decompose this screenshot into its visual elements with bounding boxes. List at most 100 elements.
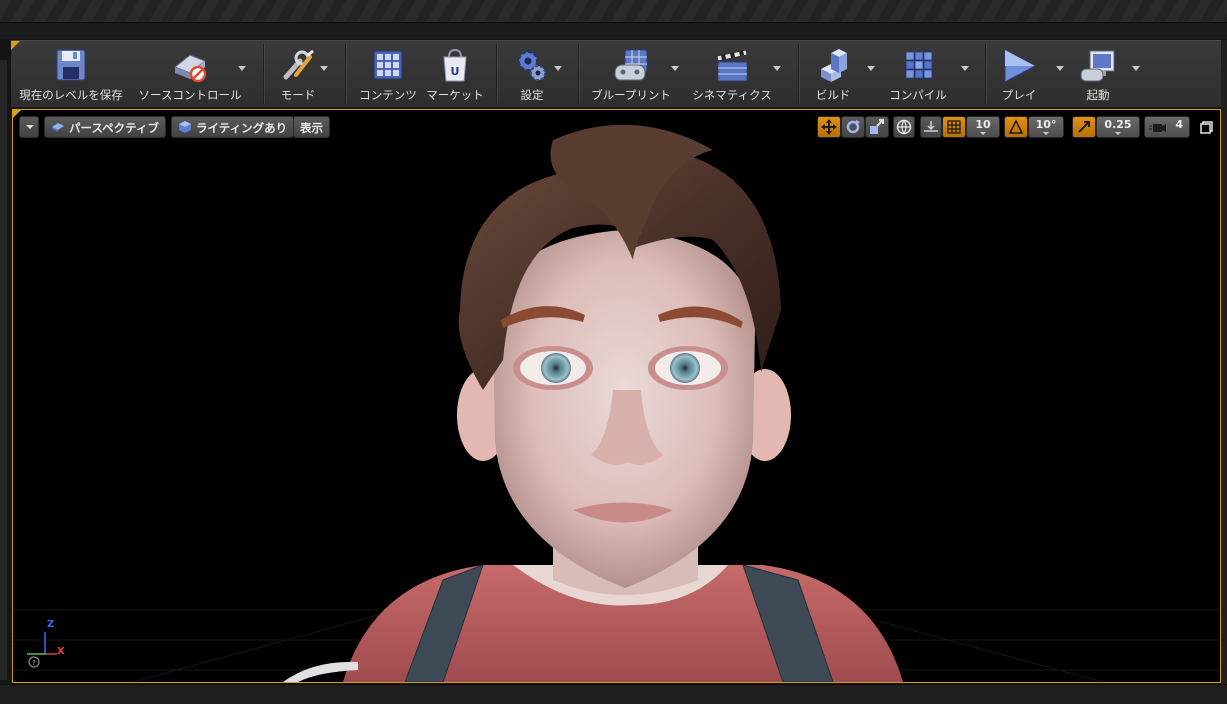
source-control-button[interactable]: ソースコントロール (131, 45, 249, 103)
modes-dropdown-icon[interactable] (320, 66, 328, 71)
left-panel-edge (0, 60, 7, 680)
source-control-dropdown-icon[interactable] (238, 66, 246, 71)
play-label: プレイ (1001, 88, 1037, 102)
show-menu-button[interactable]: 表示 (293, 116, 330, 138)
main-toolbar: 現在のレベルを保存 ソースコントロール モード コンテンツ U マーケット 設定… (11, 40, 1221, 108)
level-viewport[interactable]: パースペクティブ ライティングあり 表示 10 10° 0.25 4 ? Z X (12, 109, 1221, 683)
launch-icon (1080, 50, 1115, 82)
content-label: コンテンツ (359, 88, 417, 102)
build-label: ビルド (815, 88, 851, 102)
toolbar-separator (985, 44, 987, 104)
viewport-options-button[interactable] (19, 116, 39, 138)
build-icon (821, 49, 847, 82)
blueprints-label: ブループリント (591, 88, 671, 102)
eye-left (541, 353, 571, 383)
surface-snap-icon (924, 121, 938, 132)
lighting-mode-button[interactable]: ライティングあり (171, 116, 295, 138)
translate-mode-button[interactable] (817, 116, 841, 138)
eye-right (670, 353, 700, 383)
compile-icon (905, 51, 933, 79)
modes-icon (283, 49, 314, 80)
content-button[interactable]: コンテンツ (356, 45, 420, 103)
settings-label: 設定 (520, 88, 544, 102)
axis-x-label: X (57, 646, 65, 657)
cinematics-button[interactable]: シネマティクス (687, 45, 777, 103)
perspective-cube-icon (52, 123, 64, 132)
lighting-label: ライティングあり (196, 121, 288, 135)
save-icon (56, 49, 86, 81)
marketplace-icon: U (443, 48, 467, 82)
blueprints-button[interactable]: ブループリント (589, 45, 673, 103)
rotation-snap-value: 10° (1035, 118, 1057, 131)
scale-icon (870, 119, 884, 134)
rotate-mode-button[interactable] (841, 116, 865, 138)
bottom-panel-edge (0, 684, 1227, 704)
launch-label: 起動 (1086, 88, 1110, 102)
settings-icon (518, 51, 546, 81)
cinematics-dropdown-icon[interactable] (773, 66, 781, 71)
lit-sphere-icon (179, 121, 191, 133)
toolbar-separator (263, 44, 265, 104)
scale-snap-toggle-button[interactable] (1072, 116, 1096, 138)
marketplace-label: マーケット (426, 88, 484, 102)
content-icon (373, 50, 403, 80)
modes-label: モード (280, 88, 316, 102)
grid-snap-value-dropdown[interactable]: 10 (966, 116, 1000, 138)
window-tab-strip (0, 0, 1227, 23)
right-panel-edge (1221, 40, 1227, 685)
rotation-snap-value-dropdown[interactable]: 10° (1028, 116, 1064, 138)
surface-snapping-button[interactable] (920, 116, 942, 138)
tab-gap (0, 23, 1227, 39)
launch-dropdown-icon[interactable] (1132, 66, 1140, 71)
compile-button[interactable]: コンパイル (884, 45, 952, 103)
chevron-down-icon (26, 125, 34, 129)
toolbar-separator (578, 44, 580, 104)
globe-icon (896, 119, 912, 135)
settings-dropdown-icon[interactable] (554, 66, 562, 71)
blueprints-icon (614, 49, 648, 81)
compile-dropdown-icon[interactable] (961, 66, 969, 71)
rotation-snap-toggle-button[interactable] (1004, 116, 1028, 138)
compile-label: コンパイル (889, 88, 947, 102)
grid-snap-toggle-button[interactable] (942, 116, 966, 138)
scale-mode-button[interactable] (865, 116, 889, 138)
axis-z-label: Z (47, 619, 55, 630)
toolbar-separator (345, 44, 347, 104)
build-dropdown-icon[interactable] (867, 66, 875, 71)
settings-button[interactable]: 設定 (506, 45, 558, 103)
maximize-viewport-button[interactable] (1199, 119, 1215, 135)
toolbar-separator (798, 44, 800, 104)
scale-arrow-icon (1078, 121, 1090, 133)
axis-gizmo: ? (27, 632, 57, 668)
camera-speed-value: 4 (1175, 118, 1183, 131)
play-dropdown-icon[interactable] (1056, 66, 1064, 71)
play-icon (1004, 49, 1037, 83)
build-button[interactable]: ビルド (808, 45, 858, 103)
launch-button[interactable]: 起動 (1074, 45, 1122, 103)
marketplace-button[interactable]: U マーケット (424, 45, 486, 103)
blueprints-dropdown-icon[interactable] (671, 66, 679, 71)
play-button[interactable]: プレイ (996, 45, 1042, 103)
modes-button[interactable]: モード (267, 45, 329, 103)
cinematics-icon (716, 49, 748, 82)
svg-text:?: ? (32, 659, 36, 667)
restore-window-icon (1200, 121, 1213, 134)
world-local-toggle-button[interactable] (893, 116, 915, 138)
rotate-icon (846, 120, 860, 134)
viewport-scene (13, 124, 1220, 682)
move-icon (821, 119, 837, 135)
grid-snap-value: 10 (975, 118, 991, 131)
save-level-button[interactable]: 現在のレベルを保存 (15, 45, 127, 103)
perspective-label: パースペクティブ (69, 121, 159, 135)
scale-snap-value: 0.25 (1104, 118, 1132, 131)
camera-speed-dropdown[interactable]: 4 (1144, 116, 1190, 138)
angle-icon (1008, 119, 1024, 134)
cinematics-label: シネマティクス (692, 88, 772, 102)
scale-snap-value-dropdown[interactable]: 0.25 (1096, 116, 1140, 138)
show-label: 表示 (300, 121, 323, 135)
perspective-button[interactable]: パースペクティブ (44, 116, 166, 138)
camera-icon (1149, 124, 1166, 132)
grid-icon (947, 120, 961, 134)
toolbar-separator (496, 44, 498, 104)
source-control-icon (174, 54, 207, 83)
